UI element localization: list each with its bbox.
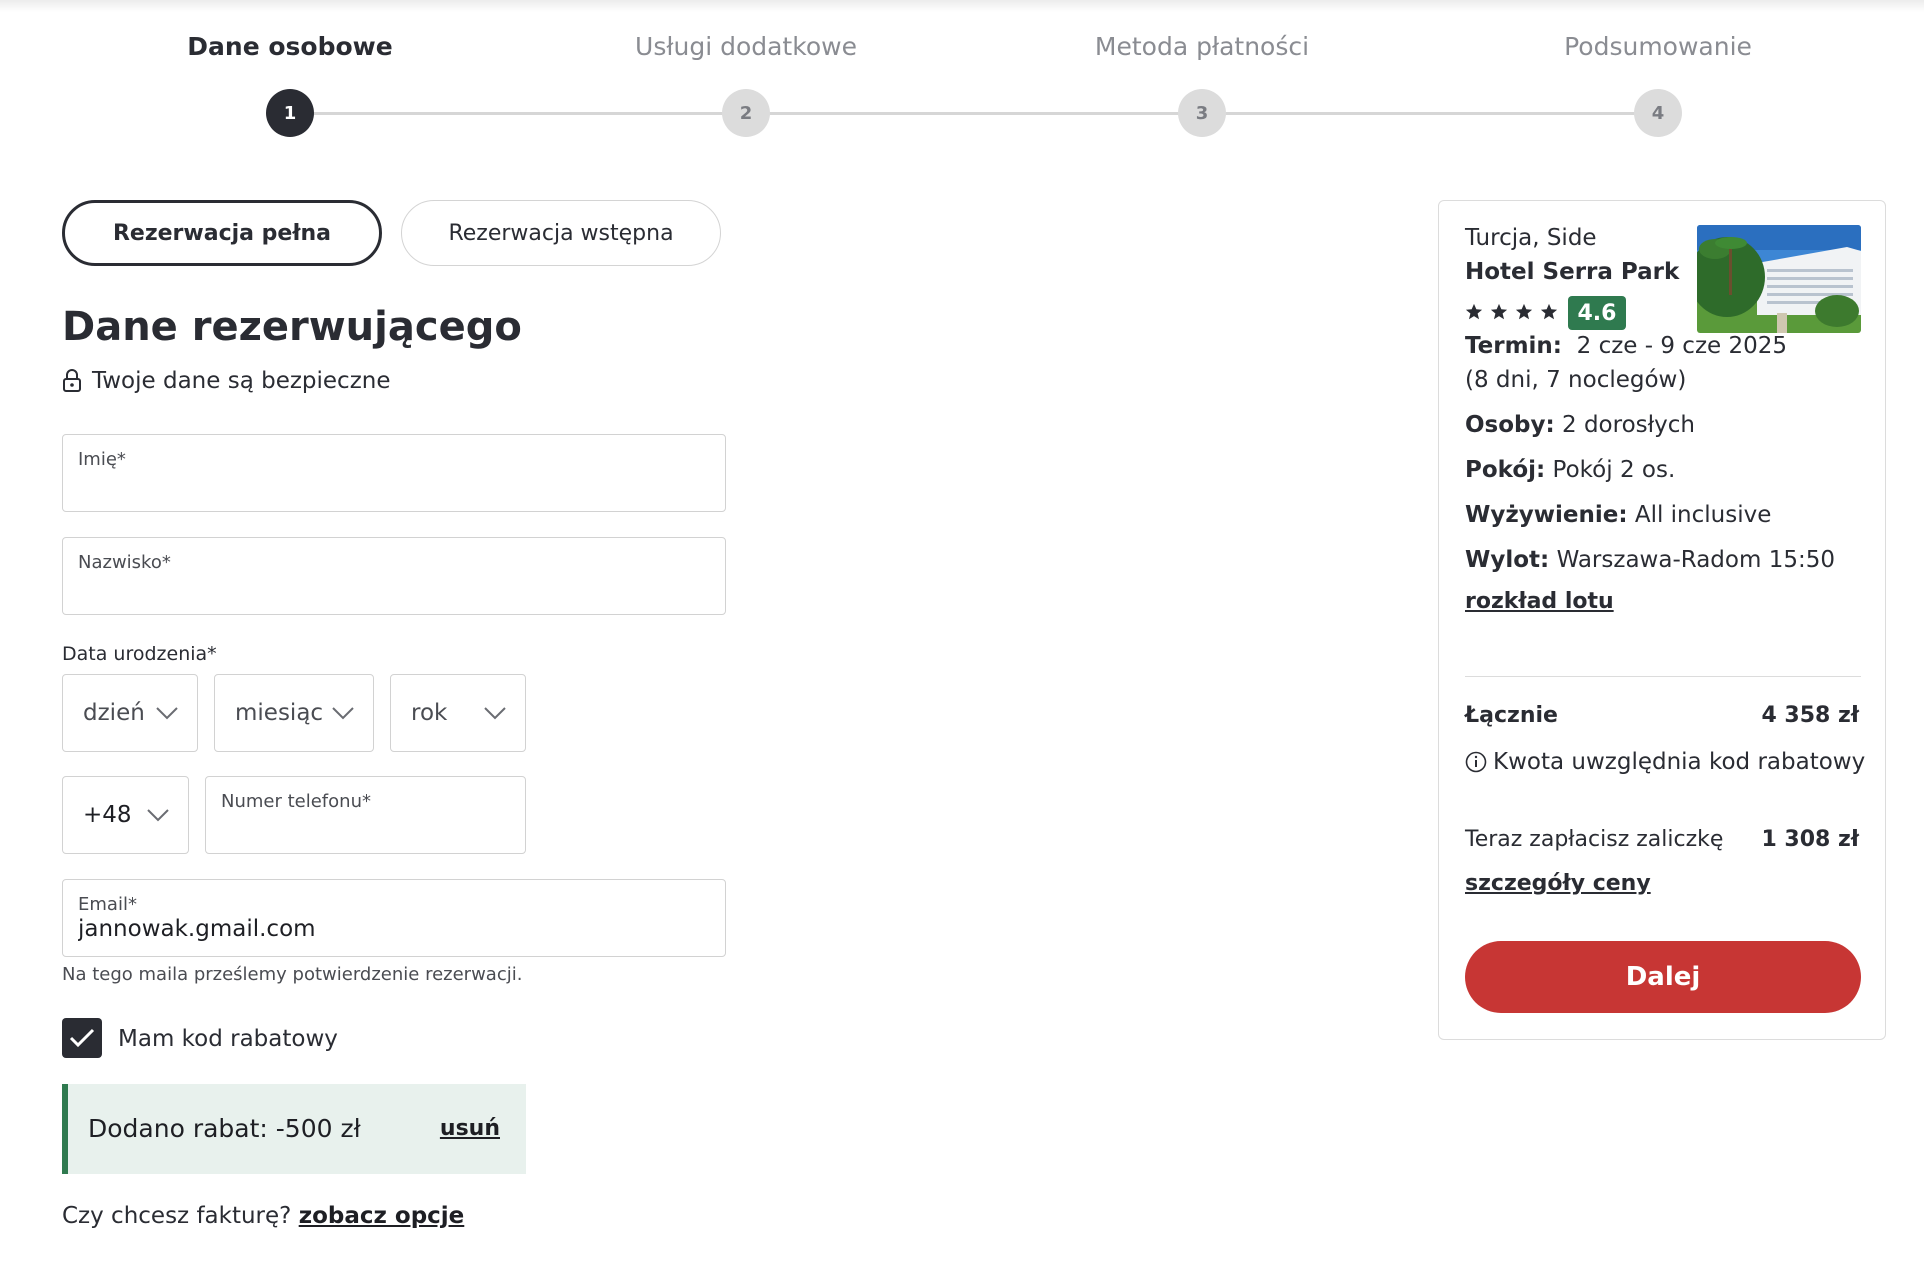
email-label: Email* — [78, 894, 137, 915]
total-label: Łącznie — [1465, 703, 1558, 728]
flight-schedule-link[interactable]: rozkład lotu — [1465, 589, 1614, 614]
step-circle-1: 1 — [266, 89, 314, 137]
invoice-options-link[interactable]: zobacz opcje — [299, 1203, 465, 1229]
persons-value: 2 dorosłych — [1562, 412, 1696, 438]
board-row: Wyżywienie: All inclusive — [1465, 502, 1771, 528]
birth-day-value: dzień — [83, 700, 145, 726]
term-row: Termin: 2 cze - 9 cze 2025 — [1465, 333, 1787, 359]
last-name-field[interactable]: Nazwisko* — [62, 537, 726, 615]
term-label: Termin: — [1465, 333, 1562, 359]
step-connector — [290, 112, 746, 115]
phone-label: Numer telefonu* — [221, 791, 371, 812]
lock-icon — [63, 369, 81, 392]
last-name-label: Nazwisko* — [78, 552, 171, 573]
full-booking-button[interactable]: Rezerwacja pełna — [62, 200, 382, 266]
destination-location: Turcja, Side — [1465, 225, 1597, 251]
hotel-name: Hotel Serra Park — [1465, 259, 1680, 285]
summary-divider — [1465, 676, 1861, 677]
secure-note-text: Twoje dane są bezpieczne — [92, 368, 391, 394]
discount-applied-banner: Dodano rabat: -500 zł usuń — [62, 1084, 526, 1174]
phone-prefix-select[interactable]: +48 — [62, 776, 189, 854]
board-label: Wyżywienie: — [1465, 502, 1628, 528]
email-hint: Na tego maila prześlemy potwierdzenie re… — [62, 964, 523, 985]
birth-year-select[interactable]: rok — [390, 674, 526, 752]
step-label-summary: Podsumowanie — [1564, 32, 1752, 61]
persons-row: Osoby: 2 dorosłych — [1465, 412, 1695, 438]
star-icon — [1515, 303, 1533, 320]
booking-summary-card: Turcja, Side Hotel Serra Park 4.6 Termin… — [1438, 200, 1886, 1040]
step-label-personal-data: Dane osobowe — [187, 32, 393, 61]
hotel-photo — [1697, 225, 1861, 333]
step-circle-4: 4 — [1634, 89, 1682, 137]
discount-note: Kwota uwzględnia kod rabatowy — [1465, 749, 1865, 775]
step-connector — [746, 112, 1202, 115]
discount-note-text: Kwota uwzględnia kod rabatowy — [1493, 749, 1866, 775]
next-button[interactable]: Dalej — [1465, 941, 1861, 1013]
step-circle-2: 2 — [722, 89, 770, 137]
chevron-down-icon — [332, 707, 354, 720]
price-details-link[interactable]: szczegóły ceny — [1465, 871, 1651, 896]
birth-month-select[interactable]: miesiąc — [214, 674, 374, 752]
phone-input[interactable] — [221, 817, 511, 843]
preliminary-booking-button[interactable]: Rezerwacja wstępna — [401, 200, 721, 266]
term-value: 2 cze - 9 cze 2025 — [1576, 333, 1788, 359]
star-icon — [1540, 303, 1558, 320]
discount-code-checkbox[interactable] — [62, 1018, 102, 1058]
chevron-down-icon — [147, 809, 169, 822]
email-input[interactable] — [78, 916, 678, 942]
phone-field[interactable]: Numer telefonu* — [205, 776, 526, 854]
deposit-label: Teraz zapłacisz zaliczkę — [1465, 827, 1724, 852]
term-duration: (8 dni, 7 noclegów) — [1465, 367, 1687, 393]
room-label: Pokój: — [1465, 457, 1546, 483]
discount-code-label: Mam kod rabatowy — [118, 1026, 338, 1052]
birth-year-value: rok — [411, 700, 448, 726]
step-label-payment-method: Metoda płatności — [1094, 32, 1310, 61]
hotel-rating-badge: 4.6 — [1568, 296, 1626, 330]
chevron-down-icon — [484, 707, 506, 720]
invoice-question: Czy chcesz fakturę? zobacz opcje — [62, 1203, 464, 1229]
flight-row: Wylot: Warszawa-Radom 15:50 — [1465, 547, 1835, 573]
chevron-down-icon — [156, 707, 178, 720]
top-shadow — [0, 0, 1924, 12]
page-title: Dane rezerwującego — [62, 304, 522, 350]
discount-applied-text: Dodano rabat: -500 zł — [88, 1114, 361, 1143]
hotel-stars — [1465, 303, 1558, 321]
last-name-input[interactable] — [78, 578, 678, 604]
deposit-value: 1 308 zł — [1761, 827, 1859, 852]
persons-label: Osoby: — [1465, 412, 1555, 438]
birth-date-label: Data urodzenia* — [62, 643, 217, 665]
room-value: Pokój 2 os. — [1552, 457, 1676, 483]
first-name-label: Imię* — [78, 449, 126, 470]
hotel-image[interactable] — [1697, 225, 1861, 333]
star-icon — [1465, 303, 1483, 320]
total-value: 4 358 zł — [1761, 703, 1859, 728]
step-connector — [1202, 112, 1658, 115]
star-icon — [1490, 303, 1508, 320]
check-icon — [69, 1028, 95, 1048]
info-icon — [1465, 751, 1487, 773]
phone-prefix-value: +48 — [83, 802, 132, 828]
remove-discount-link[interactable]: usuń — [440, 1116, 500, 1141]
invoice-question-text: Czy chcesz fakturę? — [62, 1203, 292, 1229]
first-name-field[interactable]: Imię* — [62, 434, 726, 512]
birth-day-select[interactable]: dzień — [62, 674, 198, 752]
first-name-input[interactable] — [78, 475, 678, 501]
birth-month-value: miesiąc — [235, 700, 324, 726]
board-value: All inclusive — [1634, 502, 1772, 528]
room-row: Pokój: Pokój 2 os. — [1465, 457, 1675, 483]
email-field[interactable]: Email* — [62, 879, 726, 957]
flight-label: Wylot: — [1465, 547, 1550, 573]
secure-note: Twoje dane są bezpieczne — [62, 368, 391, 394]
step-label-extra-services: Usługi dodatkowe — [635, 32, 857, 61]
flight-value: Warszawa-Radom 15:50 — [1556, 547, 1835, 573]
step-circle-3: 3 — [1178, 89, 1226, 137]
